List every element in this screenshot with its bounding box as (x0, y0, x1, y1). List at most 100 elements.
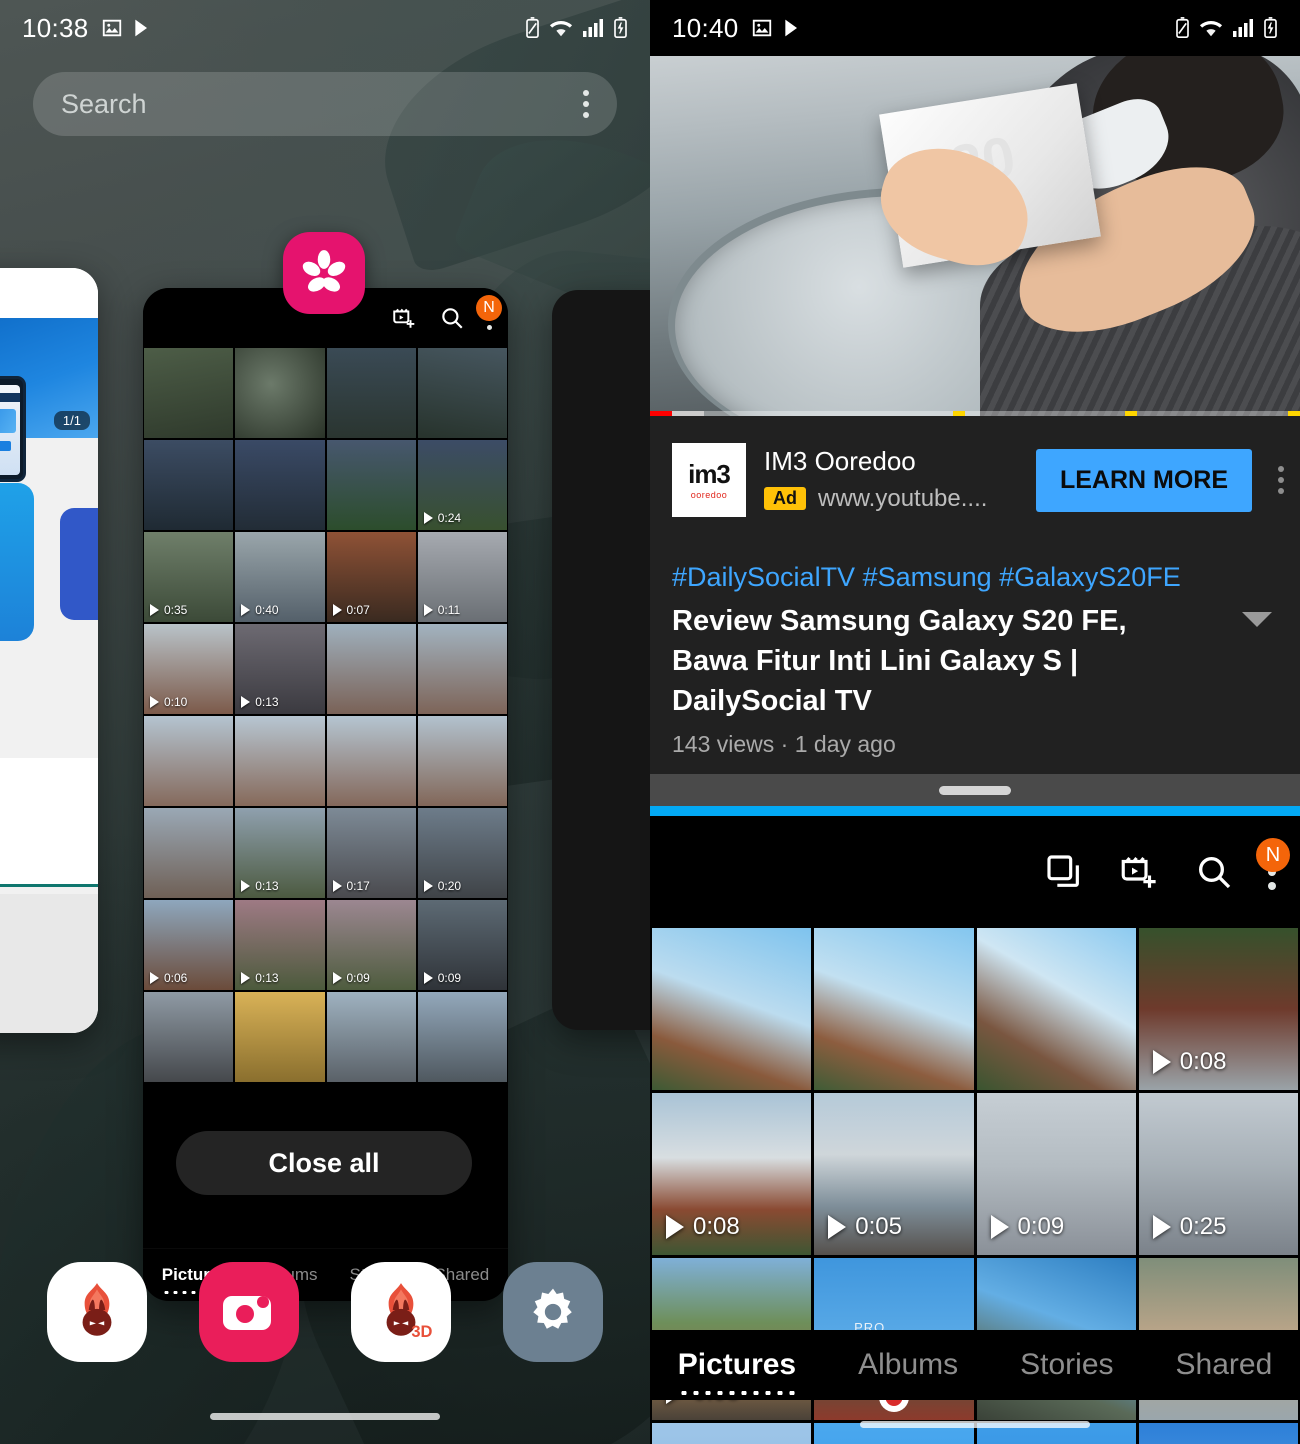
dock-item-camera[interactable] (199, 1262, 299, 1362)
status-left-icons (101, 17, 152, 39)
gallery-thumbnail[interactable] (652, 928, 812, 1091)
gallery-thumbnail[interactable] (417, 992, 507, 1082)
gallery-thumbnail[interactable] (417, 716, 507, 806)
gallery-thumbnail[interactable] (417, 348, 507, 438)
video-duration: 0:25 (1152, 1213, 1226, 1241)
dock-item-antutu-benchmark[interactable] (47, 1262, 147, 1362)
recents-card-background[interactable] (552, 290, 650, 1030)
gallery-app-icon[interactable] (283, 232, 365, 314)
create-movie-icon[interactable] (391, 305, 417, 331)
ad-badge: Ad (764, 487, 806, 511)
video-hashtags[interactable]: #DailySocialTV #Samsung #GalaxyS20FE (672, 562, 1278, 593)
multi-window-icon[interactable] (1044, 852, 1084, 892)
status-right-icons (1175, 17, 1278, 39)
tab-shared[interactable]: Shared (1176, 1348, 1273, 1382)
gallery-thumbnail[interactable]: 0:08 (1138, 928, 1298, 1091)
search-icon[interactable] (439, 305, 465, 331)
split-screen: 10:40 S20 (650, 0, 1300, 1444)
recents-card-wallet[interactable]: 1/1 allet that use it with allet (0, 268, 98, 1033)
gallery-thumbnail[interactable] (144, 348, 234, 438)
gallery-thumbnail[interactable] (326, 716, 416, 806)
chevron-down-icon[interactable] (1242, 612, 1272, 627)
battery-saver-icon (1176, 17, 1189, 38)
tab-pictures[interactable]: Pictures (677, 1348, 797, 1395)
gallery-thumbnail[interactable]: 0:24 (417, 440, 507, 530)
gallery-thumbnail[interactable]: 0:09 (326, 900, 416, 990)
recents-card-stack: 1/1 allet that use it with allet (0, 268, 650, 1301)
kebab-menu-icon[interactable] (583, 90, 589, 118)
gallery-thumbnail[interactable] (326, 440, 416, 530)
wifi-icon (1199, 20, 1223, 37)
gallery-thumbnail[interactable]: 0:25 (1138, 1093, 1298, 1256)
search-icon[interactable] (1194, 852, 1234, 892)
video-player[interactable]: S20 (650, 56, 1300, 416)
phone-appbar (0, 393, 20, 402)
gallery-thumbnail[interactable]: 0:06 (144, 900, 234, 990)
gallery-thumbnail[interactable]: 0:09 (417, 900, 507, 990)
gallery-thumbnail[interactable] (1138, 1423, 1298, 1444)
gallery-thumbnail[interactable]: 0:09 (976, 1093, 1136, 1256)
gallery-thumbnail[interactable] (417, 624, 507, 714)
gallery-thumbnail[interactable] (235, 992, 325, 1082)
svg-text:3D: 3D (411, 1323, 432, 1341)
play-store-icon (784, 19, 797, 37)
gallery-thumbnail[interactable] (144, 440, 234, 530)
close-all-button[interactable]: Close all (176, 1131, 472, 1195)
video-duration: 0:08 (666, 1213, 740, 1241)
advertiser-name: IM3 Ooredoo (764, 446, 916, 477)
ad-more-options-icon[interactable] (1270, 466, 1284, 494)
gallery-thumbnail[interactable]: 0:17 (326, 808, 416, 898)
signal-icon (1233, 19, 1253, 37)
divider-handle[interactable] (939, 785, 1011, 795)
gallery-thumbnail[interactable] (326, 992, 416, 1082)
gallery-thumbnail[interactable] (144, 716, 234, 806)
gallery-thumbnail[interactable]: 0:20 (417, 808, 507, 898)
gallery-thumbnail[interactable]: 0:05 (814, 1093, 974, 1256)
tab-stories[interactable]: Stories (1020, 1348, 1113, 1382)
search-bar[interactable]: Search (33, 72, 617, 136)
gallery-thumbnail[interactable]: 0:13 (235, 900, 325, 990)
screenshot-root: 10:38 Search 1/1 N 0:24 0:35 0:40 0:07 0… (0, 0, 1300, 1444)
dock-item-settings[interactable] (503, 1262, 603, 1362)
gallery-thumbnail[interactable]: 0:11 (417, 532, 507, 622)
dock-item-antutu-3d[interactable]: 3D (351, 1262, 451, 1362)
gallery-thumbnail[interactable]: 0:10 (144, 624, 234, 714)
gallery-thumbnail[interactable]: 0:13 (235, 808, 325, 898)
gallery-thumbnail[interactable] (814, 928, 974, 1091)
wallet-header (0, 268, 98, 318)
gallery-thumbnail[interactable]: 0:07 (326, 532, 416, 622)
logo-text-top: im3 (688, 458, 731, 489)
video-metadata[interactable]: #DailySocialTV #Samsung #GalaxyS20FE Rev… (650, 544, 1300, 775)
learn-more-button[interactable]: LEARN MORE (1035, 448, 1252, 512)
gallery-thumbnail[interactable] (326, 624, 416, 714)
navigation-bar-pill[interactable] (210, 1413, 440, 1420)
wallet-white-section (0, 758, 98, 884)
gallery-thumbnail[interactable]: 0:40 (235, 532, 325, 622)
phone-card (0, 409, 16, 433)
ad-banner[interactable]: im3 ooredoo IM3 Ooredoo Ad www.youtube..… (650, 416, 1300, 544)
gallery-thumbnail[interactable] (144, 992, 234, 1082)
gallery-thumbnail[interactable] (326, 348, 416, 438)
navigation-bar-pill[interactable] (860, 1421, 1090, 1428)
gallery-thumbnail[interactable] (976, 928, 1136, 1091)
gallery-thumbnail[interactable] (235, 716, 325, 806)
split-screen-divider[interactable] (650, 774, 1300, 807)
gallery-thumbnail[interactable]: 0:13 (235, 624, 325, 714)
notification-badge: N (1256, 838, 1290, 873)
ad-url: www.youtube.... (818, 484, 988, 512)
video-stats: 143 views · 1 day ago (672, 731, 896, 758)
more-options-icon[interactable]: N (1256, 838, 1290, 891)
create-movie-icon[interactable] (1118, 851, 1160, 893)
wallet-blue-panel-secondary (60, 508, 98, 620)
gallery-thumbnail[interactable]: 0:35 (144, 532, 234, 622)
ad-meta-row: Ad www.youtube.... (764, 485, 1018, 513)
gallery-thumbnail[interactable] (144, 808, 234, 898)
search-input[interactable]: Search (61, 89, 147, 120)
gallery-thumbnail[interactable] (235, 348, 325, 438)
gallery-thumbnail[interactable] (652, 1423, 812, 1444)
gallery-thumbnail[interactable]: 0:08 (652, 1093, 812, 1256)
gallery-thumbnail[interactable] (235, 440, 325, 530)
wallet-body-text: allet that use it with (0, 663, 98, 711)
tab-albums[interactable]: Albums (858, 1348, 958, 1382)
more-options-icon[interactable]: N (476, 294, 502, 330)
